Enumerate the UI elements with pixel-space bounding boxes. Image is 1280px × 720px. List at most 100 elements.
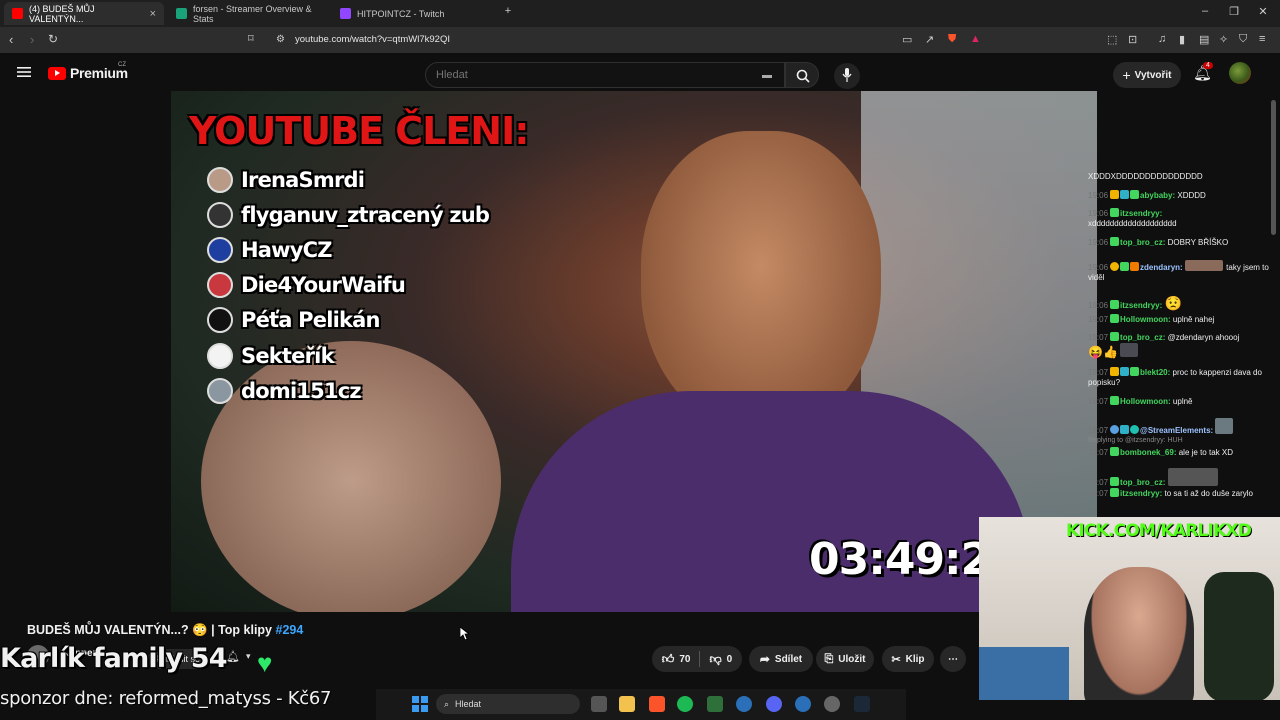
clip-button[interactable]: ✂ Klip xyxy=(882,646,934,672)
member-name: domi151cz xyxy=(241,379,362,403)
task-view-icon[interactable] xyxy=(591,696,607,712)
app-icon[interactable] xyxy=(736,696,752,712)
member-item: IrenaSmrdi xyxy=(207,167,365,193)
chat-text: DOBRY BŘÍŠKO xyxy=(1167,238,1229,247)
close-window-icon[interactable]: ✕ xyxy=(1253,5,1273,18)
more-dots-icon: ⋯ xyxy=(948,653,958,665)
guide-menu-icon[interactable] xyxy=(17,66,31,78)
sidebar-icon[interactable]: ▮ xyxy=(1179,33,1185,46)
site-info-icon[interactable]: ⚙ xyxy=(276,34,285,45)
chat-message: 19:07 bombonek_69: ale je to tak XD xyxy=(1088,447,1274,458)
leo-ai-icon[interactable]: ✧ xyxy=(1219,33,1228,46)
twitch-favicon-icon xyxy=(340,8,351,19)
chat-text: ale je to tak XD xyxy=(1178,448,1233,457)
thumbs-up-icon[interactable]: 👍︎ xyxy=(662,652,675,667)
new-tab-icon[interactable]: + xyxy=(498,5,518,17)
reload-icon[interactable]: ↻ xyxy=(48,32,58,46)
maximize-icon[interactable]: ❐ xyxy=(1224,5,1244,18)
chat-overlay: XDDDXDDDDDDDDDDDDDDD 19:06 abybaby: XDDDD… xyxy=(1086,170,1274,510)
member-avatar xyxy=(207,378,233,404)
url-field[interactable]: youtube.com/watch?v=qtmWl7k92QI xyxy=(295,34,450,45)
chat-message: 19:06 abybaby: XDDDD xyxy=(1088,190,1274,201)
keyboard-icon[interactable]: ▬ xyxy=(762,70,772,81)
bot-badge-icon xyxy=(1110,425,1120,434)
excel-icon[interactable] xyxy=(707,696,723,712)
create-label: Vytvořit xyxy=(1134,69,1172,81)
chat-message: 19:06 itzsendryy: 😟 xyxy=(1088,294,1274,312)
emote-image xyxy=(1215,418,1234,434)
spotify-icon[interactable] xyxy=(677,696,693,712)
webcam-bed xyxy=(979,647,1069,700)
sponsor-overlay: sponzor dne: reformed_matyss - Kč67 xyxy=(0,688,332,709)
video-player[interactable]: YOUTUBE ČLENI: IrenaSmrdi flyganuv_ztrac… xyxy=(171,91,1097,612)
share-page-icon[interactable]: ↗ xyxy=(925,33,934,46)
youtube-premium-logo[interactable]: Premium xyxy=(48,65,128,81)
brave-browser-icon[interactable] xyxy=(649,696,665,712)
search-box[interactable]: ▬ xyxy=(425,62,785,88)
chat-message: 19:06 top_bro_cz: DOBRY BŘÍŠKO xyxy=(1088,237,1274,248)
windows-start-icon[interactable] xyxy=(412,696,428,712)
chevron-down-icon[interactable]: ▾ xyxy=(246,651,251,662)
brave-shield-icon[interactable]: ⛊ xyxy=(948,33,956,46)
taskbar-search[interactable]: ⌕ Hledat xyxy=(436,694,580,714)
streams-charts-favicon-icon xyxy=(176,8,187,19)
chat-user: itzsendryy: xyxy=(1120,209,1163,218)
chat-user: bombonek_69: xyxy=(1120,448,1177,457)
member-name: flyganuv_ztracený zub xyxy=(241,203,490,227)
like-count[interactable]: 70 xyxy=(679,654,690,665)
chat-text: xddddddddddddddddddd xyxy=(1088,219,1177,229)
page-scrollbar[interactable] xyxy=(1271,100,1276,235)
save-button[interactable]: ⎘ Uložit xyxy=(816,646,874,672)
more-actions-button[interactable]: ⋯ xyxy=(940,646,966,672)
obs-icon[interactable] xyxy=(824,696,840,712)
create-button[interactable]: + Vytvořit xyxy=(1113,62,1181,88)
menu-icon[interactable]: ≡ xyxy=(1259,33,1265,45)
chat-time: 19:06 xyxy=(1088,191,1109,200)
dislike-count[interactable]: 0 xyxy=(727,654,733,665)
verified-badge-icon xyxy=(1110,208,1120,217)
video-title-hashtag[interactable]: #294 xyxy=(276,623,304,637)
member-name: HawyCZ xyxy=(241,238,332,262)
steam-icon[interactable] xyxy=(854,696,870,712)
tab-twitch[interactable]: HITPOINTCZ - Twitch xyxy=(332,2,492,25)
verified-badge-icon xyxy=(1110,396,1120,405)
member-avatar xyxy=(207,202,233,228)
close-tab-icon[interactable]: × xyxy=(150,8,156,20)
minimize-icon[interactable]: – xyxy=(1195,5,1215,17)
mod-badge-icon xyxy=(1130,425,1140,434)
thumbs-down-icon[interactable]: 👎︎ xyxy=(709,652,721,667)
vpn-icon[interactable]: ⛉ xyxy=(1239,33,1247,46)
brave-rewards-icon[interactable]: ▲ xyxy=(970,33,981,45)
search-button[interactable] xyxy=(785,62,819,88)
account-avatar[interactable] xyxy=(1229,62,1251,84)
cast-icon[interactable]: ▭ xyxy=(902,33,912,46)
bookmark-icon[interactable]: ⌑ xyxy=(248,32,254,45)
chat-message: 19:07 top_bro_cz: xyxy=(1088,468,1274,488)
chat-reply-context: Replying to @itzsendryy: HUH xyxy=(1088,436,1274,445)
tab-streamer-stats[interactable]: forsen - Streamer Overview & Stats xyxy=(168,2,328,25)
member-item: HawyCZ xyxy=(207,237,332,263)
discord-icon[interactable] xyxy=(766,696,782,712)
tab-youtube[interactable]: (4) BUDEŠ MŮJ VALENTÝN... × xyxy=(4,2,164,25)
media-icon[interactable]: ♫ xyxy=(1158,33,1166,45)
like-dislike-group: 👍︎ 70 👎︎ 0 xyxy=(652,646,742,672)
file-explorer-icon[interactable] xyxy=(619,696,635,712)
wallet-icon[interactable]: ▤ xyxy=(1199,33,1209,46)
forward-icon[interactable]: › xyxy=(30,32,34,47)
channel-bell-icon[interactable]: 🔔︎ xyxy=(226,650,240,663)
verified-badge-icon xyxy=(1110,300,1120,309)
member-avatar xyxy=(207,272,233,298)
emote-image xyxy=(1120,343,1139,358)
app-icon[interactable] xyxy=(795,696,811,712)
extensions-icon[interactable]: ⬚ xyxy=(1107,33,1117,46)
back-icon[interactable]: ‹ xyxy=(9,32,13,47)
chat-message: XDDDXDDDDDDDDDDDDDDD xyxy=(1088,172,1274,182)
search-input[interactable] xyxy=(436,69,736,81)
voice-search-button[interactable] xyxy=(834,63,860,89)
share-button[interactable]: ➦ Sdílet xyxy=(749,646,813,672)
member-avatar xyxy=(207,167,233,193)
chat-time: 19:06 xyxy=(1088,209,1109,218)
chat-message: 19:07 top_bro_cz: @zdendaryn ahoooj 😝👍 xyxy=(1088,332,1274,361)
screenshot-icon[interactable]: ⊡ xyxy=(1128,33,1137,46)
member-item: Péťa Pelikán xyxy=(207,307,380,333)
